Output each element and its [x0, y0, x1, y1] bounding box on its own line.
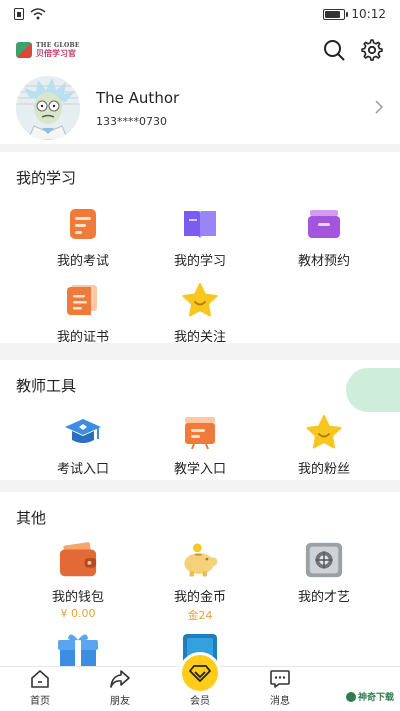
piggy-bank-icon: [180, 540, 220, 580]
profile-card[interactable]: The Author 133****0730: [0, 72, 400, 144]
coin-balance: 金24: [187, 609, 213, 622]
grid-item-my-study[interactable]: 我的学习: [138, 204, 262, 269]
tab-messages[interactable]: 消息: [240, 667, 320, 711]
tab-vip[interactable]: 会员: [160, 655, 240, 711]
section-title-teacher: 教师工具: [16, 377, 77, 395]
grid-item-my-wallet[interactable]: 我的钱包 ¥ 0.00: [16, 540, 140, 620]
label-my-talents: 我的才艺: [297, 590, 350, 605]
watermark-logo-icon: [345, 691, 356, 702]
label-my-follows: 我的关注: [173, 330, 226, 345]
sim-icon: [14, 8, 24, 20]
profile-phone: 133****0730: [96, 114, 167, 128]
avatar[interactable]: [16, 76, 80, 140]
label-exam-entry: 考试入口: [56, 462, 109, 477]
section-my-study: 我的学习 我的考试 我的学习 教材预约 我的证书 我的关注: [0, 152, 400, 345]
book-icon: [180, 204, 220, 244]
wifi-icon: [30, 8, 46, 20]
section-teacher-tools: 教师工具 考试入口 教学入口 我的粉丝: [0, 360, 400, 480]
grid-item-my-exam[interactable]: 我的考试: [21, 204, 145, 269]
grid-item-teaching-entry[interactable]: 教学入口: [138, 412, 262, 477]
chat-icon: [269, 668, 291, 690]
tab-vip-label: 会员: [190, 696, 210, 707]
wallet-balance: ¥ 0.00: [60, 607, 96, 620]
grid-item-my-follows[interactable]: 我的关注: [138, 280, 262, 345]
grid-item-my-talents[interactable]: 我的才艺: [262, 540, 386, 605]
star-icon: [304, 412, 344, 452]
grid-item-my-certificate[interactable]: 我的证书: [21, 280, 145, 345]
label-teaching-entry: 教学入口: [173, 462, 226, 477]
battery-icon: [323, 8, 349, 20]
tab-home-label: 首页: [30, 696, 50, 707]
watermark-text: 神奇下载: [357, 693, 394, 703]
section-title-other: 其他: [16, 509, 47, 527]
drawer-icon: [304, 204, 344, 244]
exam-icon: [63, 204, 103, 244]
gift-icon[interactable]: [58, 632, 98, 666]
label-my-coins: 我的金币: [173, 590, 226, 605]
tab-messages-label: 消息: [270, 696, 290, 707]
share-icon: [109, 668, 131, 690]
label-my-wallet: 我的钱包: [51, 590, 104, 605]
label-my-exam: 我的考试: [56, 254, 109, 269]
avatar-image: [16, 76, 80, 140]
app-logo: THE GLOBE 贝倍学习官: [16, 42, 80, 58]
section-other: 其他 我的钱包 ¥ 0.00 我的金币 金24 我的才艺: [0, 492, 400, 666]
grid-item-my-fans[interactable]: 我的粉丝: [262, 412, 386, 477]
certificate-icon: [63, 280, 103, 320]
logo-text-en: THE GLOBE: [36, 41, 80, 49]
tab-home[interactable]: 首页: [0, 667, 80, 711]
search-icon: [324, 40, 345, 61]
settings-button[interactable]: [360, 38, 384, 62]
label-my-fans: 我的粉丝: [297, 462, 350, 477]
watermark: 神奇下载: [345, 690, 394, 703]
wallet-icon: [58, 540, 98, 580]
tab-friends-label: 朋友: [110, 696, 130, 707]
label-textbook-reservation: 教材预约: [297, 254, 350, 269]
top-bar: THE GLOBE 贝倍学习官: [0, 28, 400, 72]
logo-mark-icon: [16, 42, 32, 58]
home-icon: [29, 668, 51, 690]
graduation-cap-icon: [63, 412, 103, 452]
chevron-right-icon: [374, 99, 384, 118]
gear-icon: [361, 39, 383, 61]
floating-assistant-button[interactable]: [346, 368, 400, 412]
label-my-certificate: 我的证书: [56, 330, 109, 345]
section-title-study: 我的学习: [16, 169, 77, 187]
status-bar: 10:12: [0, 0, 400, 28]
tab-friends[interactable]: 朋友: [80, 667, 160, 711]
profile-name: The Author: [96, 88, 180, 107]
search-button[interactable]: [322, 38, 346, 62]
status-time: 10:12: [351, 7, 386, 21]
tab-mine[interactable]: [320, 667, 400, 711]
board-icon: [180, 412, 220, 452]
star-icon: [180, 280, 220, 320]
vip-diamond-icon: [182, 655, 218, 691]
bottom-tab-bar: 首页 朋友 会员 消息: [0, 655, 400, 711]
logo-text-cn: 贝倍学习官: [36, 48, 76, 58]
label-my-study: 我的学习: [173, 254, 226, 269]
grid-item-textbook-reservation[interactable]: 教材预约: [262, 204, 386, 269]
grid-item-my-coins[interactable]: 我的金币 金24: [138, 540, 262, 623]
grid-item-exam-entry[interactable]: 考试入口: [21, 412, 145, 477]
safe-icon: [304, 540, 344, 580]
